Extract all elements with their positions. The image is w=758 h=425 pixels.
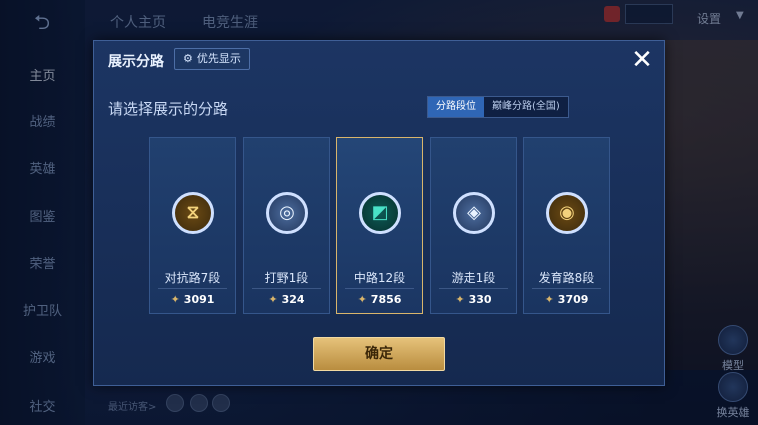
tab-lane-rank[interactable]: 分路段位 — [428, 97, 484, 117]
roam-emblem-icon: ◈ — [453, 192, 495, 234]
lane-name: 打野1段 — [264, 271, 309, 285]
lane-card-bot[interactable]: ◉ 发育路8段 ✦ 3709 — [523, 137, 610, 314]
rank-star-icon: ✦ — [544, 293, 554, 306]
lane-name: 对抗路7段 — [164, 271, 221, 285]
lane-score: ✦ 3709 — [544, 293, 589, 306]
lane-name: 游走1段 — [451, 271, 496, 285]
lane-card-mid[interactable]: ◩ 中路12段 ✦ 7856 — [336, 137, 423, 314]
lane-card-jungle[interactable]: ◎ 打野1段 ✦ 324 — [243, 137, 330, 314]
lane-score: ✦ 7856 — [357, 293, 402, 306]
divider — [532, 288, 601, 289]
lane-card-top[interactable]: ⧖ 对抗路7段 ✦ 3091 — [149, 137, 236, 314]
jungle-emblem-icon: ◎ — [266, 192, 308, 234]
rank-star-icon: ✦ — [268, 293, 278, 306]
confirm-button[interactable]: 确定 — [313, 337, 445, 371]
dialog-subtitle: 请选择展示的分路 — [108, 100, 229, 118]
divider — [439, 288, 508, 289]
rank-star-icon: ✦ — [170, 293, 180, 306]
lane-mode-toggle: 分路段位 巅峰分路(全国) — [427, 96, 569, 118]
lane-card-roam[interactable]: ◈ 游走1段 ✦ 330 — [430, 137, 517, 314]
bot-lane-emblem-icon: ◉ — [546, 192, 588, 234]
lane-display-dialog: 展示分路 ⚙ 优先显示 ✕ 请选择展示的分路 分路段位 巅峰分路(全国) ⧖ 对抗… — [93, 40, 665, 386]
top-lane-emblem-icon: ⧖ — [172, 192, 214, 234]
priority-display-button[interactable]: ⚙ 优先显示 — [174, 48, 250, 70]
divider — [158, 288, 227, 289]
lane-score: ✦ 330 — [455, 293, 492, 306]
rank-star-icon: ✦ — [455, 293, 465, 306]
dialog-title: 展示分路 — [108, 54, 164, 70]
divider — [252, 288, 321, 289]
lane-score: ✦ 3091 — [170, 293, 215, 306]
lane-name: 发育路8段 — [538, 271, 595, 285]
lane-name: 中路12段 — [353, 271, 406, 285]
priority-label: 优先显示 — [196, 52, 241, 65]
divider — [345, 288, 414, 289]
rank-star-icon: ✦ — [357, 293, 367, 306]
mid-lane-emblem-icon: ◩ — [359, 192, 401, 234]
tab-peak-lane[interactable]: 巅峰分路(全国) — [484, 97, 568, 117]
gear-icon: ⚙ — [183, 52, 193, 65]
lane-score: ✦ 324 — [268, 293, 305, 306]
close-button[interactable]: ✕ — [627, 45, 657, 75]
